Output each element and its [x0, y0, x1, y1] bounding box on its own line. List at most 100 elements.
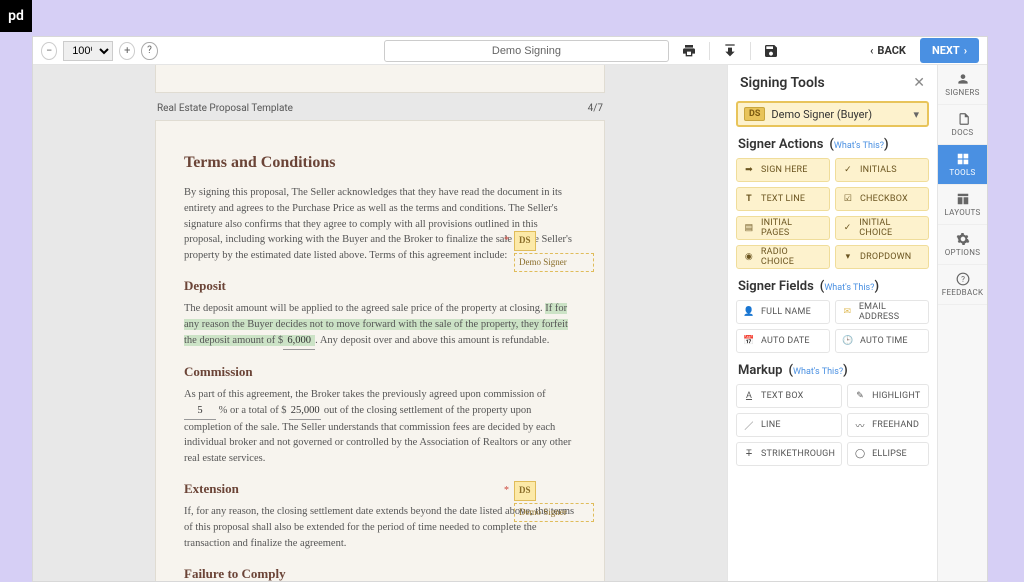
- tool-initial-choice[interactable]: ✓INITIAL CHOICE: [835, 216, 929, 240]
- person-icon: [956, 72, 970, 86]
- divider: [709, 42, 710, 60]
- next-button[interactable]: NEXT ›: [920, 38, 979, 63]
- textbox-icon: A: [743, 390, 755, 402]
- commission-total-field[interactable]: 25,000: [289, 403, 321, 420]
- deposit-amount-field[interactable]: 6,000: [283, 333, 315, 350]
- signer-badge: DS: [744, 107, 765, 121]
- section-signer-fields: Signer Fields (What's This?): [728, 279, 937, 294]
- download-icon[interactable]: [722, 42, 738, 60]
- signature-widget[interactable]: * DS Demo Signer: [514, 481, 594, 522]
- signer-label: Demo Signer: [514, 253, 594, 273]
- signature-widget[interactable]: * DS Demo Signer: [514, 231, 594, 272]
- tool-checkbox[interactable]: ☑CHECKBOX: [835, 187, 929, 211]
- chevron-down-icon: ▾: [905, 108, 927, 121]
- layout-icon: [956, 192, 970, 206]
- tool-radio-choice[interactable]: ◉RADIO CHOICE: [736, 245, 830, 269]
- chevron-left-icon: ‹: [870, 44, 873, 57]
- dropdown-icon: ▾: [842, 251, 854, 263]
- zoom-out-button[interactable]: −: [41, 42, 57, 60]
- ellipse-icon: ◯: [854, 448, 866, 460]
- zoom-in-button[interactable]: +: [119, 42, 135, 60]
- page-header: Real Estate Proposal Template 4/7: [155, 93, 605, 120]
- next-label: NEXT: [932, 44, 960, 57]
- document-page: Terms and Conditions By signing this pro…: [155, 120, 605, 581]
- rail-docs[interactable]: DOCS: [938, 105, 987, 145]
- commission-pct-field[interactable]: 5: [184, 403, 216, 420]
- whats-this-link[interactable]: What's This?: [824, 283, 874, 293]
- print-icon[interactable]: [681, 42, 697, 60]
- tool-ellipse[interactable]: ◯ELLIPSE: [847, 442, 929, 466]
- radio-icon: ◉: [743, 251, 755, 263]
- heading-deposit: Deposit: [184, 276, 576, 296]
- tool-freehand[interactable]: 〰FREEHAND: [847, 413, 929, 437]
- tool-line[interactable]: ／LINE: [736, 413, 842, 437]
- docs-icon: [956, 112, 970, 126]
- section-signer-actions: Signer Actions (What's This?): [728, 137, 937, 152]
- whats-this-link[interactable]: What's This?: [834, 141, 884, 151]
- back-button[interactable]: ‹ BACK: [862, 44, 914, 57]
- whats-this-link[interactable]: What's This?: [793, 367, 843, 377]
- help-icon[interactable]: ?: [141, 42, 157, 60]
- calendar-icon: 📅: [743, 335, 755, 347]
- tool-initial-pages[interactable]: ▤INITIAL PAGES: [736, 216, 830, 240]
- toolbar: − 100% + ? ‹ BACK NEXT ›: [33, 37, 987, 65]
- main-area: Real Estate Proposal Template 4/7 Terms …: [33, 65, 987, 581]
- document-canvas[interactable]: Real Estate Proposal Template 4/7 Terms …: [33, 65, 727, 581]
- divider: [750, 42, 751, 60]
- highlighter-icon: ✎: [854, 390, 866, 402]
- strikethrough-icon: T: [743, 448, 755, 460]
- deposit-paragraph: The deposit amount will be applied to th…: [184, 301, 576, 349]
- rail-options[interactable]: OPTIONS: [938, 225, 987, 265]
- tool-strikethrough[interactable]: TSTRIKETHROUGH: [736, 442, 842, 466]
- svg-text:?: ?: [961, 274, 965, 284]
- heading-failure: Failure to Comply: [184, 564, 576, 582]
- text-icon: T: [743, 193, 755, 205]
- mail-icon: ✉: [842, 306, 853, 318]
- clock-icon: 🕒: [842, 335, 854, 347]
- signer-badge: DS: [514, 231, 536, 251]
- zoom-select[interactable]: 100%: [63, 41, 113, 61]
- tool-highlight[interactable]: ✎HIGHLIGHT: [847, 384, 929, 408]
- signing-tools-panel: Signing Tools ✕ DS Demo Signer (Buyer) ▾…: [727, 65, 937, 581]
- line-icon: ／: [743, 419, 755, 431]
- tool-email[interactable]: ✉EMAIL ADDRESS: [835, 300, 929, 324]
- check-icon: ✓: [842, 164, 854, 176]
- arrow-right-icon: ➡: [743, 164, 755, 176]
- save-icon[interactable]: [763, 42, 779, 60]
- logo: pd: [0, 0, 32, 32]
- app-window: − 100% + ? ‹ BACK NEXT ›: [32, 36, 988, 582]
- tool-dropdown[interactable]: ▾DROPDOWN: [835, 245, 929, 269]
- rail-feedback[interactable]: ? FEEDBACK: [938, 265, 987, 305]
- tool-full-name[interactable]: 👤FULL NAME: [736, 300, 830, 324]
- rail-tools[interactable]: TOOLS: [938, 145, 987, 185]
- rail-layouts[interactable]: LAYOUTS: [938, 185, 987, 225]
- commission-paragraph: As part of this agreement, the Broker ta…: [184, 387, 576, 467]
- right-rail: SIGNERS DOCS TOOLS LAYOUTS OPTIONS ? FEE…: [937, 65, 987, 581]
- tool-text-box[interactable]: ATEXT BOX: [736, 384, 842, 408]
- check-icon: ✓: [842, 222, 853, 234]
- person-icon: 👤: [743, 306, 755, 318]
- required-asterisk: *: [504, 483, 509, 498]
- checkbox-icon: ☑: [842, 193, 854, 205]
- page-indicator: 4/7: [588, 103, 603, 114]
- previous-page-sliver: [155, 65, 605, 93]
- tool-auto-time[interactable]: 🕒AUTO TIME: [835, 329, 929, 353]
- help-icon: ?: [956, 272, 970, 286]
- required-asterisk: *: [504, 233, 509, 248]
- back-label: BACK: [877, 44, 906, 57]
- tool-initials[interactable]: ✓INITIALS: [835, 158, 929, 182]
- tool-text-line[interactable]: TTEXT LINE: [736, 187, 830, 211]
- document-title-input[interactable]: [384, 40, 670, 62]
- heading-terms: Terms and Conditions: [184, 151, 576, 175]
- pages-icon: ▤: [743, 222, 755, 234]
- grid-icon: [956, 152, 970, 166]
- signer-label: Demo Signer: [514, 503, 594, 523]
- gear-icon: [956, 232, 970, 246]
- signer-select[interactable]: DS Demo Signer (Buyer) ▾: [736, 101, 929, 127]
- tool-sign-here[interactable]: ➡SIGN HERE: [736, 158, 830, 182]
- rail-signers[interactable]: SIGNERS: [938, 65, 987, 105]
- freehand-icon: 〰: [854, 419, 866, 431]
- close-icon[interactable]: ✕: [913, 75, 925, 91]
- tool-auto-date[interactable]: 📅AUTO DATE: [736, 329, 830, 353]
- template-name: Real Estate Proposal Template: [157, 103, 293, 114]
